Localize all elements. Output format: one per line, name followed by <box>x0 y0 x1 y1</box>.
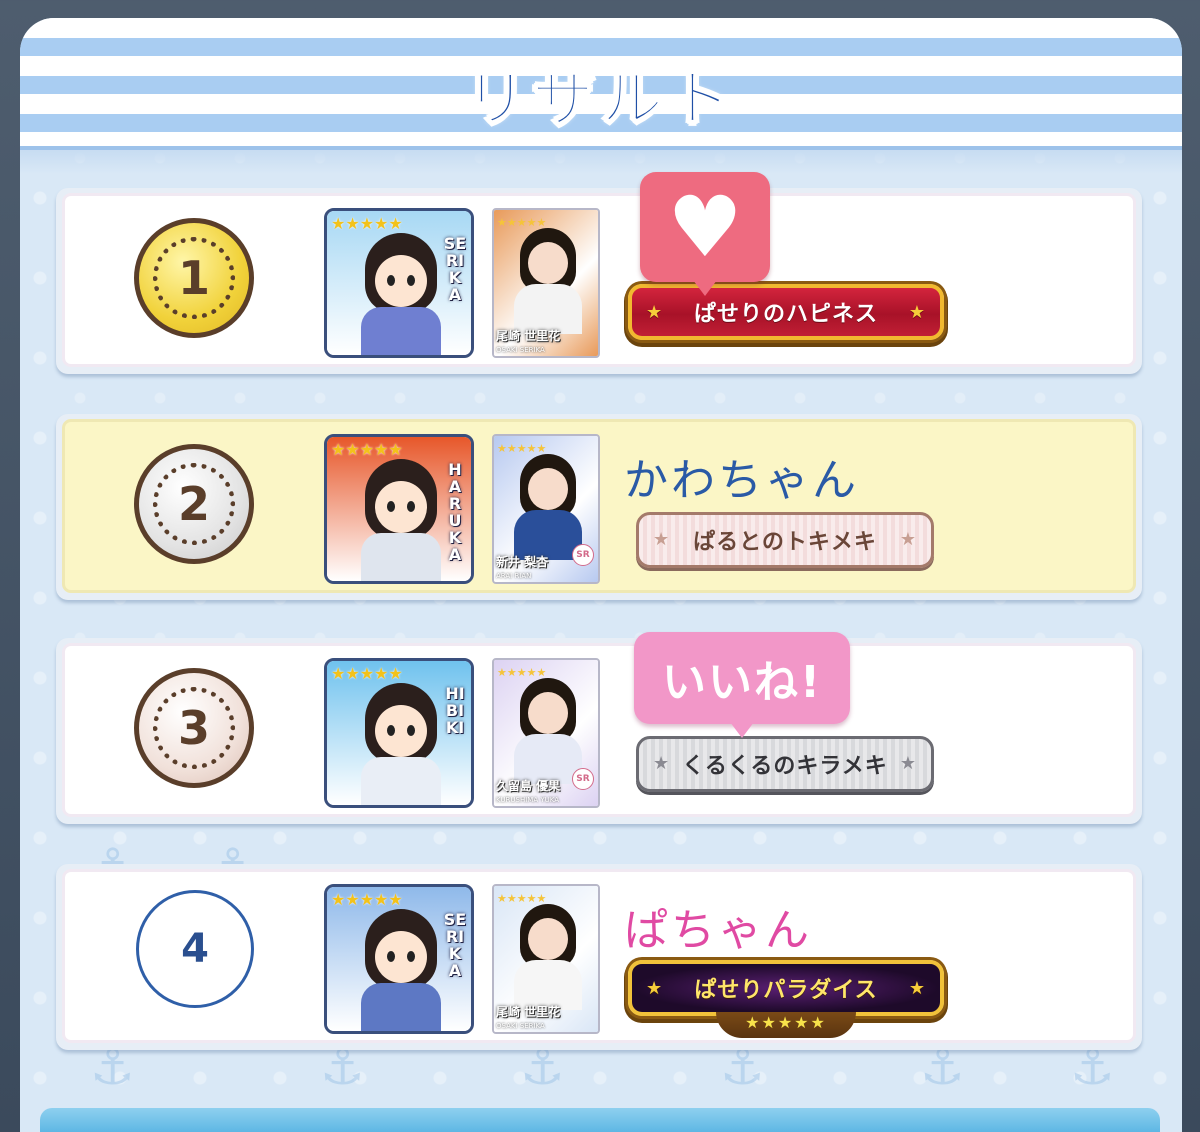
avatar-eye <box>387 725 395 736</box>
avatar-eye <box>407 725 415 736</box>
card-face <box>528 468 568 510</box>
card-member-roman: OSAKI SERIKA <box>496 1022 545 1030</box>
avatar-face <box>375 931 427 983</box>
rank-number: 4 <box>136 890 254 1008</box>
badge-label: ぱるとのトキメキ <box>693 530 877 555</box>
avatar-name: SERIKA <box>443 910 467 980</box>
avatar-outfit <box>361 983 441 1031</box>
card-member-name: 久留島 優果 <box>496 779 561 793</box>
avatar-face <box>375 705 427 757</box>
title-badge[interactable]: ★ ぱせりパラダイス ★ <box>628 960 944 1016</box>
card-member-name: 新井 梨杏 <box>496 555 549 569</box>
card-stars-icon: ★★★★★ <box>497 216 546 229</box>
rank-number: 3 <box>177 701 210 755</box>
star-icon: ★ <box>646 978 664 999</box>
star-icon: ★ <box>908 978 926 999</box>
rank-number: 2 <box>177 477 210 531</box>
badge-label: ぱせりのハピネス <box>693 302 878 327</box>
avatar-eye <box>407 951 415 962</box>
card-face <box>528 242 568 284</box>
avatar-stars-icon: ★★★★★ <box>331 891 403 909</box>
result-row[interactable]: 1 ★★★★★ SERIKA ★★★★★ 尾崎 世里花 OSAKI SERIKA ★ ぱせりの… <box>56 172 1142 374</box>
card-member-roman: KURUSHIMA YUKA <box>496 796 559 804</box>
card-member-name: 尾崎 世里花 <box>496 1005 561 1019</box>
card-member-name: 尾崎 世里花 <box>496 329 561 343</box>
card-stars-icon: ★★★★★ <box>497 892 546 905</box>
character-avatar[interactable]: ★★★★★ SERIKA <box>324 208 474 358</box>
heart-icon: ♥ <box>667 178 743 276</box>
avatar-name: SERIKA <box>443 234 467 304</box>
avatar-eye <box>387 501 395 512</box>
star-icon: ★ <box>908 302 926 323</box>
avatar-stars-icon: ★★★★★ <box>331 665 403 683</box>
star-icon: ★ <box>899 753 917 774</box>
like-text: いいね! <box>661 657 823 708</box>
rank-medal-icon: 3 <box>125 668 263 812</box>
page-title: リザルト <box>464 61 737 136</box>
result-row[interactable]: 3★★★★★HIBIKI★★★★★SR久留島 優果KURUSHIMA YUKA★… <box>56 632 1142 824</box>
avatar-face <box>375 255 427 307</box>
result-row[interactable]: 4★★★★★SERIKA★★★★★尾崎 世里花OSAKI SERIKAぱちゃん★… <box>56 864 1142 1050</box>
member-card[interactable]: ★★★★★SR新井 梨杏ARAI RIAN <box>492 434 600 584</box>
medal-disc: 1 <box>134 218 254 338</box>
star-icon: ★ <box>899 529 917 550</box>
character-avatar[interactable]: ★★★★★ SERIKA <box>324 884 474 1034</box>
header-fade <box>20 150 1182 174</box>
character-avatar[interactable]: ★★★★★ HIBIKI <box>324 658 474 808</box>
result-row[interactable]: 2★★★★★HARUKA★★★★★SR新井 梨杏ARAI RIANかわちゃん★ぱ… <box>56 414 1142 600</box>
avatar-stars-icon: ★★★★★ <box>331 441 403 459</box>
medal-disc: 3 <box>134 668 254 788</box>
card-face <box>528 918 568 960</box>
avatar-eye <box>387 951 395 962</box>
avatar-face <box>375 481 427 533</box>
avatar-eye <box>407 501 415 512</box>
player-name: かわちゃん <box>624 455 859 506</box>
card-face <box>528 692 568 734</box>
like-bubble: いいね! <box>634 632 850 738</box>
badge-label: くるくるのキラメキ <box>682 754 888 779</box>
medal-disc: 2 <box>134 444 254 564</box>
footer-strip <box>40 1108 1160 1132</box>
avatar-outfit <box>361 757 441 805</box>
star-icon: ★ <box>646 302 664 323</box>
avatar-name: HIBIKI <box>445 684 465 737</box>
star-icon: ★ <box>653 529 671 550</box>
avatar-outfit <box>361 533 441 581</box>
badge-rainbow-stars-icon: ★★★★★ <box>716 1012 856 1038</box>
title-badge[interactable]: ★ ぱせりのハピネス ★ <box>628 284 944 340</box>
card-stars-icon: ★★★★★ <box>497 666 546 679</box>
avatar-stars-icon: ★★★★★ <box>331 215 403 233</box>
player-name: ぱちゃん <box>624 905 812 956</box>
title-badge[interactable]: ★ ぱるとのトキメキ ★ <box>636 512 934 568</box>
card-member-roman: OSAKI SERIKA <box>496 346 545 354</box>
avatar-outfit <box>361 307 441 355</box>
badge-label: ぱせりパラダイス <box>694 978 878 1003</box>
card-stars-icon: ★★★★★ <box>497 442 546 455</box>
star-icon: ★ <box>653 753 671 774</box>
member-card[interactable]: ★★★★★SR久留島 優果KURUSHIMA YUKA <box>492 658 600 808</box>
rank-medal-icon: 2 <box>125 444 263 588</box>
heart-bubble-icon: ♥ <box>640 172 770 296</box>
member-card[interactable]: ★★★★★ 尾崎 世里花 OSAKI SERIKA <box>492 208 600 358</box>
avatar-name: HARUKA <box>448 460 462 564</box>
rank-medal-icon: 1 <box>125 218 263 362</box>
avatar-eye <box>387 275 395 286</box>
card-member-roman: ARAI RIAN <box>496 572 532 580</box>
character-avatar[interactable]: ★★★★★ HARUKA <box>324 434 474 584</box>
rank-number: 1 <box>177 251 210 305</box>
result-panel: リザルト ⚓ ⚓ ⚓ ⚓ ⚓ ⚓ ⚓ ⚓ 1★★★★★SERIKA★★★★★尾崎… <box>20 18 1182 1132</box>
avatar-eye <box>407 275 415 286</box>
member-card[interactable]: ★★★★★ 尾崎 世里花 OSAKI SERIKA <box>492 884 600 1034</box>
title-badge[interactable]: ★ くるくるのキラメキ ★ <box>636 736 934 792</box>
